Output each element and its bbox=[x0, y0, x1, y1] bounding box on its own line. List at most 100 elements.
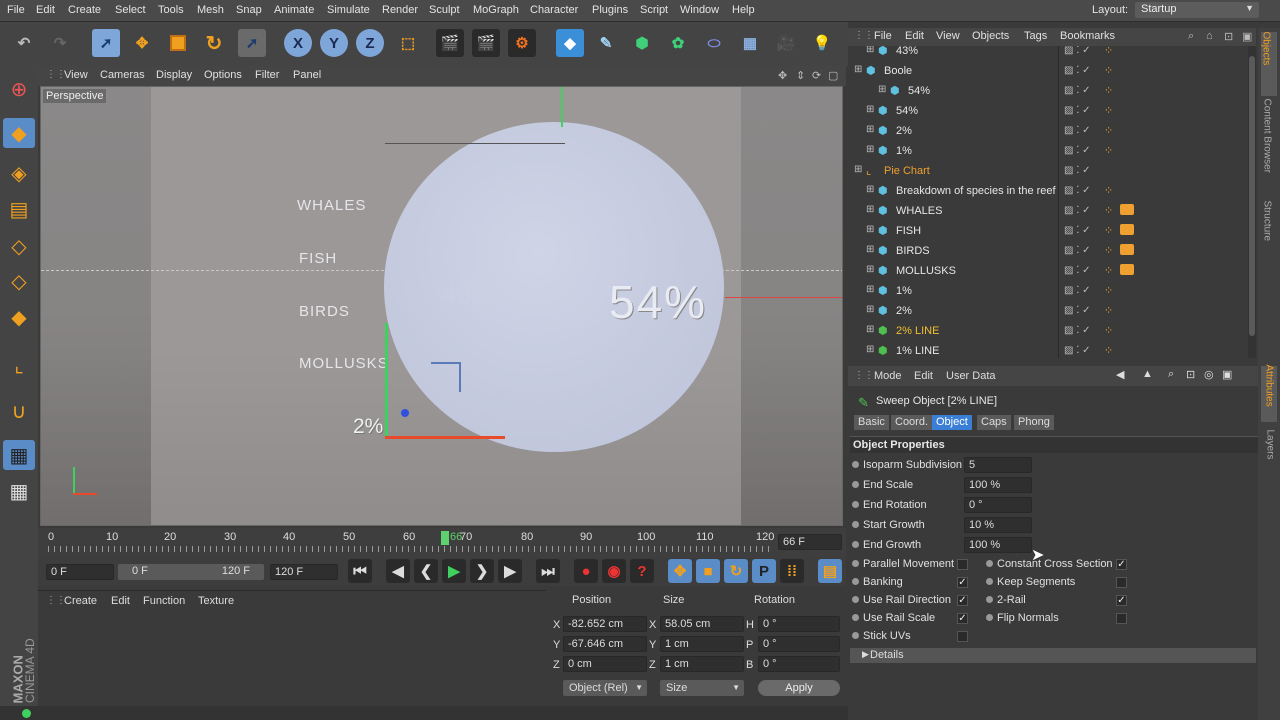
visibility-icon[interactable]: ▨ ⁚ ✓ bbox=[1064, 46, 1091, 56]
object-row[interactable]: ⊞ ⬢ 54% ▨ ⁚ ✓ ⁘ bbox=[848, 101, 1256, 121]
next-frame-icon[interactable]: ❯ bbox=[470, 559, 494, 583]
object-row[interactable]: ⊞ ⬢ 1% ▨ ⁚ ✓ ⁘ bbox=[848, 281, 1256, 301]
expand-icon[interactable]: ⊞ bbox=[878, 84, 886, 95]
objects-grip-icon[interactable]: ⋮⋮ bbox=[854, 30, 874, 41]
objects-menu-tags[interactable]: Tags bbox=[1024, 30, 1047, 42]
animate-dot-icon[interactable] bbox=[852, 521, 859, 528]
object-row[interactable]: ⊞ ⬢ WHALES ▨ ⁚ ✓ ⁘ bbox=[848, 201, 1256, 221]
timeline-ruler[interactable]: 0 10 20 30 40 50 60 70 80 90 100 110 120… bbox=[38, 528, 846, 558]
gizmo-x-axis[interactable] bbox=[385, 436, 505, 439]
menu-script[interactable]: Script bbox=[640, 4, 668, 16]
playhead[interactable] bbox=[441, 531, 449, 545]
autokey-icon[interactable]: ◉ bbox=[602, 559, 626, 583]
visibility-icon[interactable]: ▨ ⁚ ✓ bbox=[1064, 325, 1091, 336]
animate-dot-icon[interactable] bbox=[852, 560, 859, 567]
menu-select[interactable]: Select bbox=[115, 4, 146, 16]
expand-icon[interactable]: ⊞ bbox=[866, 224, 874, 235]
pos-y-field[interactable]: -67.646 cm bbox=[563, 636, 647, 652]
tag-icon[interactable]: ⁘ bbox=[1104, 124, 1113, 137]
viewport-menu-display[interactable]: Display bbox=[156, 69, 192, 81]
checkbox[interactable] bbox=[957, 631, 968, 642]
texture-mode-icon[interactable]: ◈ bbox=[3, 158, 35, 188]
viewport-rotate-icon[interactable]: ⟳ bbox=[812, 69, 821, 82]
menu-character[interactable]: Character bbox=[530, 4, 578, 16]
viewport-menu-panel[interactable]: Panel bbox=[293, 69, 321, 81]
rotate-tool-icon[interactable]: ↻ bbox=[200, 29, 228, 57]
tag-icon[interactable]: ⁘ bbox=[1104, 304, 1113, 317]
menu-tools[interactable]: Tools bbox=[158, 4, 184, 16]
render-picture-viewer-icon[interactable]: 🎬 bbox=[472, 29, 500, 57]
checkbox[interactable] bbox=[1116, 577, 1127, 588]
animate-dot-icon[interactable] bbox=[986, 614, 993, 621]
menu-file[interactable]: File bbox=[7, 4, 25, 16]
object-name[interactable]: 1% bbox=[896, 285, 912, 297]
object-name[interactable]: BIRDS bbox=[896, 245, 930, 257]
key-scale-icon[interactable]: ■ bbox=[696, 559, 720, 583]
lock-icon[interactable]: ⊡ bbox=[1224, 30, 1233, 43]
axis-mode-icon[interactable]: ⌞ bbox=[3, 350, 35, 380]
gizmo-z-axis[interactable] bbox=[401, 409, 409, 417]
expand-icon[interactable]: ⊞ bbox=[866, 284, 874, 295]
frame-range-slider[interactable]: 0 F 120 F bbox=[118, 564, 264, 580]
undo-icon[interactable]: ↶ bbox=[10, 29, 38, 57]
camera-icon[interactable]: 🎥 bbox=[772, 29, 800, 57]
previous-key-icon[interactable]: ◀ bbox=[386, 559, 410, 583]
attributes-grip-icon[interactable]: ⋮⋮ bbox=[854, 370, 874, 381]
snap-magnet-icon[interactable]: ∪ bbox=[3, 396, 35, 426]
pos-x-field[interactable]: -82.652 cm bbox=[563, 616, 647, 632]
new-panel-icon[interactable]: ▣ bbox=[1242, 30, 1252, 43]
animate-dot-icon[interactable] bbox=[986, 560, 993, 567]
expand-icon[interactable]: ⊞ bbox=[866, 124, 874, 135]
redo-icon[interactable]: ↷ bbox=[46, 29, 74, 57]
viewport-move-icon[interactable]: ✥ bbox=[778, 69, 787, 82]
visibility-icon[interactable]: ▨ ⁚ ✓ bbox=[1064, 125, 1091, 136]
material-tag-icon[interactable] bbox=[1120, 244, 1134, 255]
menu-simulate[interactable]: Simulate bbox=[327, 4, 370, 16]
rot-h-field[interactable]: 0 ° bbox=[758, 616, 840, 632]
x-axis-lock-icon[interactable]: X bbox=[284, 29, 312, 57]
rot-p-field[interactable]: 0 ° bbox=[758, 636, 840, 652]
y-axis-lock-icon[interactable]: Y bbox=[320, 29, 348, 57]
object-name[interactable]: 54% bbox=[896, 105, 918, 117]
tab-attributes[interactable]: Attributes bbox=[1264, 365, 1275, 423]
viewport-menu-view[interactable]: View bbox=[64, 69, 88, 81]
animate-dot-icon[interactable] bbox=[986, 596, 993, 603]
visibility-icon[interactable]: ▨ ⁚ ✓ bbox=[1064, 165, 1091, 176]
spline-pen-icon[interactable]: ✎ bbox=[592, 29, 620, 57]
animate-dot-icon[interactable] bbox=[852, 541, 859, 548]
tab-content-browser[interactable]: Content Browser bbox=[1262, 99, 1273, 189]
checkbox[interactable]: ✓ bbox=[1116, 559, 1127, 570]
menu-window[interactable]: Window bbox=[680, 4, 719, 16]
tab-phong[interactable]: Phong bbox=[1014, 415, 1054, 430]
object-row[interactable]: ⊞ ⬢ 1% LINE ▨ ⁚ ✓ ⁘ bbox=[848, 341, 1256, 358]
cloner-icon[interactable]: ✿ bbox=[664, 29, 692, 57]
object-row[interactable]: ⊞ ⬢ MOLLUSKS ▨ ⁚ ✓ ⁘ bbox=[848, 261, 1256, 281]
tag-icon[interactable]: ⁘ bbox=[1104, 84, 1113, 97]
animate-dot-icon[interactable] bbox=[852, 481, 859, 488]
tab-structure[interactable]: Structure bbox=[1262, 201, 1273, 251]
deformer-icon[interactable]: ⬭ bbox=[700, 29, 728, 57]
menu-create[interactable]: Create bbox=[68, 4, 101, 16]
visibility-icon[interactable]: ▨ ⁚ ✓ bbox=[1064, 185, 1091, 196]
object-name[interactable]: FISH bbox=[896, 225, 921, 237]
expand-icon[interactable]: ⊞ bbox=[866, 144, 874, 155]
render-view-icon[interactable]: 🎬 bbox=[436, 29, 464, 57]
tag-icon[interactable]: ⁘ bbox=[1104, 204, 1113, 217]
go-to-end-icon[interactable]: ⏭ bbox=[536, 559, 560, 583]
expand-icon[interactable]: ⊞ bbox=[866, 184, 874, 195]
tag-icon[interactable]: ⁘ bbox=[1104, 46, 1113, 57]
3d-viewport[interactable]: Perspective WHALES FISH BIRDS MOLLUSKS 5… bbox=[40, 86, 843, 526]
viewport-menu-filter[interactable]: Filter bbox=[255, 69, 279, 81]
menu-help[interactable]: Help bbox=[732, 4, 755, 16]
checkbox[interactable]: ✓ bbox=[957, 577, 968, 588]
viewport-grip-icon[interactable]: ⋮⋮ bbox=[46, 69, 66, 80]
start-frame-field[interactable]: 0 F bbox=[46, 564, 114, 580]
coordinate-system-icon[interactable]: ⬚ bbox=[394, 29, 422, 57]
rot-b-field[interactable]: 0 ° bbox=[758, 656, 840, 672]
back-arrow-icon[interactable]: ◀ bbox=[1116, 368, 1124, 381]
expand-icon[interactable]: ⊞ bbox=[866, 304, 874, 315]
checkbox[interactable] bbox=[957, 559, 968, 570]
object-name[interactable]: Boole bbox=[884, 65, 912, 77]
objects-scrollbar[interactable] bbox=[1248, 46, 1256, 358]
checkbox[interactable]: ✓ bbox=[957, 613, 968, 624]
